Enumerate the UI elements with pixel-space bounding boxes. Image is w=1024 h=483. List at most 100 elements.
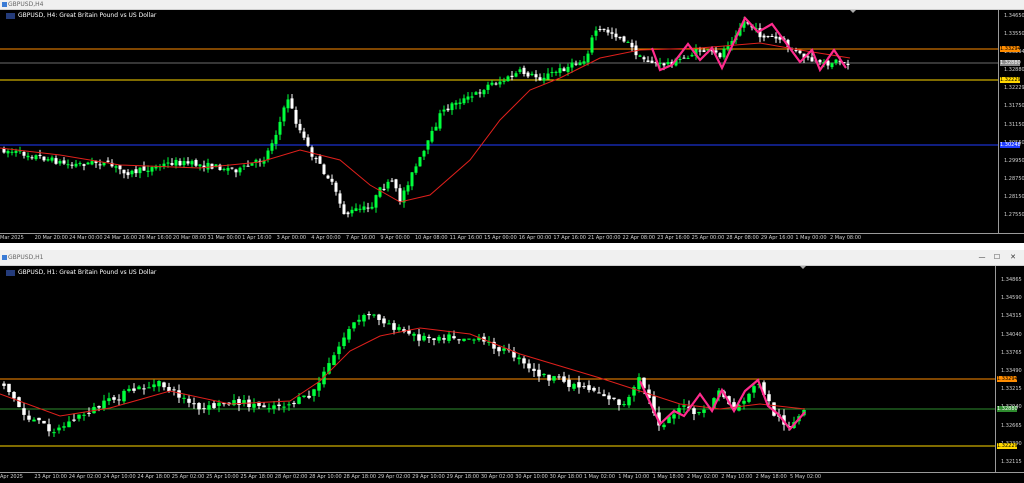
candle-body	[297, 397, 301, 404]
time-tick-label: 4 Apr 00:00	[311, 235, 341, 241]
chart-window-h4[interactable]: GBPUSD,H4 GBPUSD, H4: Great Britain Poun…	[0, 0, 1024, 243]
candle-body	[452, 336, 456, 339]
candle-body	[398, 188, 402, 202]
candle-body	[762, 35, 766, 38]
candle-body	[690, 54, 694, 57]
time-tick-label: 24 Apr 10:00	[103, 474, 136, 480]
time-axis-h4[interactable]: Mar 2025 20 Mar 20:00 24 Mar 00:00 24 Mar 1…	[0, 233, 1024, 243]
time-axis-h1[interactable]: Apr 2025 23 Apr 10:00 24 Apr 02:00 24 Apr 1…	[0, 472, 1024, 483]
price-tick-label: 1.27550	[1004, 212, 1024, 218]
price-tick-label: 1.34590	[1001, 295, 1022, 302]
time-tick-label: Apr 2025	[0, 474, 23, 480]
candle-body	[242, 165, 246, 167]
close-button[interactable]: ✕	[1006, 250, 1020, 265]
candle-body	[152, 384, 156, 388]
candle-body	[377, 314, 381, 320]
chart-window-h1[interactable]: GBPUSD,H1 — ☐ ✕ GBPUSD, H1: Great Britai…	[0, 250, 1024, 483]
candle-body	[446, 108, 450, 111]
price-axis-h1[interactable]: 1.34865 1.34590 1.34315 1.34040 1.33765 1.334…	[995, 266, 1024, 472]
candle-body	[197, 403, 201, 410]
chart-window-icon	[2, 2, 7, 7]
candle-body	[86, 162, 90, 165]
price-plot-h4[interactable]: GBPUSD, H4: Great Britain Pound vs US Do…	[0, 10, 998, 233]
candle-body	[312, 389, 316, 396]
price-tag-orange: 1.33294	[997, 376, 1018, 382]
candle-body	[342, 204, 346, 215]
window-titlebar-h4[interactable]: GBPUSD,H4	[0, 0, 1024, 10]
price-tick-label: 1.31150	[1004, 121, 1024, 128]
candle-body	[510, 75, 514, 78]
candle-body	[614, 33, 618, 38]
candle-body	[147, 387, 151, 389]
candle-body	[597, 392, 601, 394]
maximize-button[interactable]: ☐	[990, 250, 1004, 265]
candle-body	[532, 368, 536, 371]
time-tick-label: 20 Mar 08:00	[172, 235, 207, 241]
candle-body	[157, 381, 161, 387]
price-tag-current: 1.32880	[997, 406, 1018, 412]
price-plot-h1[interactable]: GBPUSD, H1: Great Britain Pound vs US Do…	[0, 266, 995, 472]
candle-body	[514, 73, 518, 77]
price-tick-label: 1.33215	[1001, 386, 1022, 393]
time-tick-label: 24 Apr 18:00	[137, 474, 170, 480]
candle-body	[502, 80, 506, 82]
candle-body	[770, 36, 774, 38]
candle-body	[466, 96, 470, 100]
candle-body	[192, 403, 196, 405]
candle-body	[577, 382, 581, 388]
candle-body	[310, 147, 314, 157]
chart-shift-arrow-icon[interactable]	[850, 10, 856, 13]
candle-body	[22, 408, 26, 415]
candle-body	[307, 395, 311, 398]
candle-body	[238, 167, 242, 173]
candle-body	[347, 329, 351, 340]
candle-body	[417, 334, 421, 341]
candle-body	[314, 158, 318, 160]
time-tick-label: 2 May 18:00	[755, 474, 787, 480]
candlestick-chart-h1[interactable]	[0, 266, 995, 472]
minimize-button[interactable]: —	[975, 250, 989, 265]
candle-body	[332, 355, 336, 366]
price-tag-blue: 1.30248	[1000, 142, 1021, 148]
candle-body	[638, 55, 642, 57]
candle-body	[590, 37, 594, 53]
candle-body	[278, 121, 282, 135]
time-tick-label: 1 May 10:00	[618, 474, 650, 480]
time-tick-label: 24 Mar 00:00	[69, 235, 103, 241]
time-tick-label: 7 Apr 16:00	[345, 235, 376, 241]
candle-body	[542, 373, 546, 376]
candle-body	[458, 102, 462, 104]
candle-body	[422, 335, 426, 341]
candle-body	[122, 390, 126, 402]
candle-body	[274, 134, 278, 145]
candle-body	[702, 50, 706, 53]
candle-body	[846, 63, 850, 65]
candle-body	[426, 140, 430, 150]
candle-body	[450, 103, 454, 111]
candle-body	[642, 57, 646, 60]
candle-body	[234, 169, 238, 173]
candle-body	[326, 175, 330, 179]
price-tick-label: 1.31750	[1004, 103, 1024, 110]
candle-body	[202, 408, 206, 410]
candlestick-chart-h4[interactable]	[0, 10, 998, 233]
chart-shift-arrow-icon[interactable]	[800, 266, 806, 269]
candle-body	[207, 405, 211, 410]
candle-body	[52, 432, 56, 434]
price-axis-h4[interactable]: 1.34650 1.33550 1.33294 1.32880 1.32229 1.317…	[998, 10, 1024, 233]
candle-body	[350, 209, 354, 214]
time-tick-label: 28 Apr 02:00	[274, 474, 308, 480]
candle-body	[138, 167, 142, 174]
time-tick-label: 28 Apr 18:00	[343, 474, 377, 480]
candle-body	[386, 181, 390, 189]
time-tick-label: 25 Apr 18:00	[240, 474, 274, 480]
price-tag-yellow: 1.32229	[1000, 77, 1021, 83]
window-titlebar-h1[interactable]: GBPUSD,H1 — ☐ ✕	[0, 250, 1024, 266]
candle-body	[362, 206, 366, 210]
candle-body	[522, 67, 526, 75]
candle-body	[522, 358, 526, 364]
candle-body	[414, 166, 418, 173]
candle-body	[718, 53, 722, 58]
candle-body	[367, 314, 371, 316]
candle-body	[752, 386, 756, 393]
